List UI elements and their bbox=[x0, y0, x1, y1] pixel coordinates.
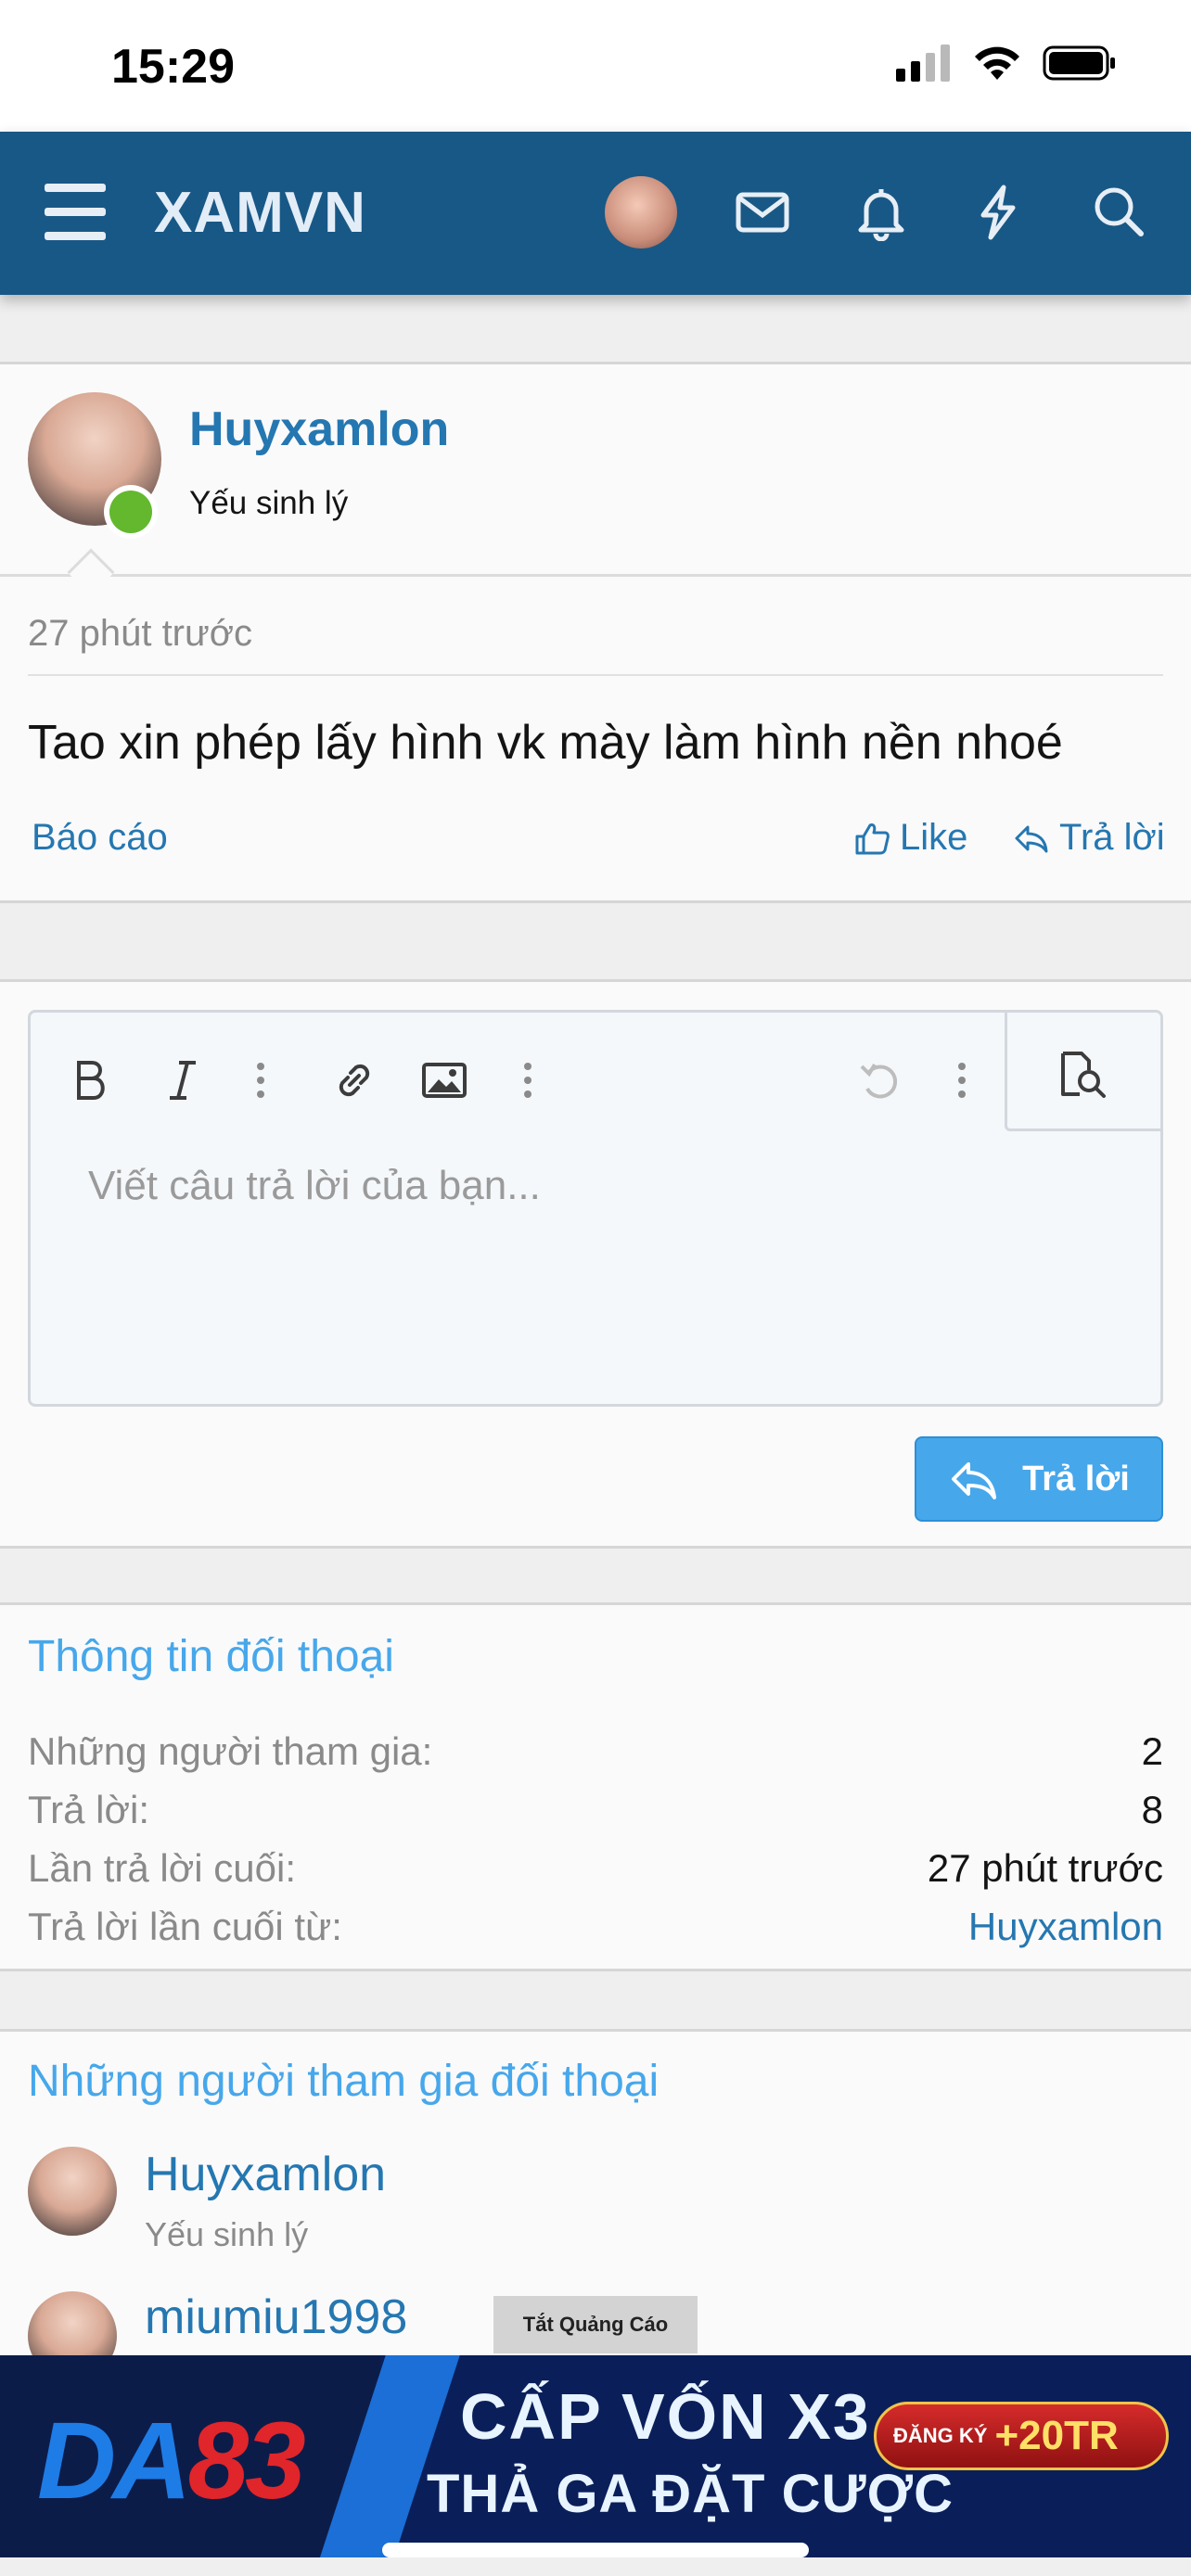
menu-icon[interactable] bbox=[45, 184, 106, 241]
status-bar: 15:29 bbox=[0, 0, 1191, 132]
editor-placeholder[interactable]: Viết câu trả lời của bạn... bbox=[88, 1163, 541, 1209]
italic-icon[interactable] bbox=[164, 1057, 201, 1103]
reply-editor-block: Viết câu trả lời của bạn... Trả lời bbox=[0, 979, 1191, 1549]
participant-name[interactable]: miumiu1998 bbox=[145, 2289, 407, 2345]
status-time: 15:29 bbox=[111, 40, 235, 94]
participants-title: Những người tham gia đối thoại bbox=[28, 2057, 660, 2106]
status-icons bbox=[896, 45, 1117, 82]
close-ad-button[interactable]: Tắt Quảng Cáo bbox=[493, 2296, 698, 2353]
top-navbar: XAMVN bbox=[0, 132, 1191, 295]
reply-link[interactable]: Trả lời bbox=[1013, 817, 1165, 859]
info-row-last-reply-from: Trả lời lần cuối từ: Huyxamlon bbox=[28, 1905, 1163, 1948]
bold-icon[interactable] bbox=[71, 1057, 109, 1103]
user-avatar[interactable] bbox=[605, 176, 677, 249]
message-time[interactable]: 27 phút trước bbox=[28, 613, 252, 655]
reply-label: Trả lời bbox=[1059, 817, 1165, 858]
reply-editor[interactable]: Viết câu trả lời của bạn... bbox=[28, 1010, 1163, 1407]
reply-icon bbox=[1015, 825, 1048, 852]
more-options-icon[interactable] bbox=[251, 1057, 270, 1103]
search-icon[interactable] bbox=[1089, 182, 1148, 241]
participant-avatar[interactable] bbox=[28, 2147, 117, 2236]
conversation-info-block: Thông tin đối thoại Những người tham gia… bbox=[0, 1602, 1191, 1971]
mail-icon[interactable] bbox=[733, 182, 792, 241]
preview-toggle[interactable] bbox=[1005, 1013, 1160, 1131]
author-name[interactable]: Huyxamlon bbox=[189, 402, 449, 457]
ad-banner[interactable]: DA83 CẤP VỐN X3 THẢ GA ĐẶT CƯỢC ĐĂNG KÝ … bbox=[0, 2355, 1191, 2557]
reply-arrow-icon bbox=[952, 1462, 997, 1499]
bell-icon[interactable] bbox=[852, 182, 911, 241]
image-icon[interactable] bbox=[420, 1057, 470, 1103]
message-block: Huyxamlon Yếu sinh lý 27 phút trước Tao … bbox=[0, 362, 1191, 903]
like-button[interactable]: Like bbox=[853, 817, 967, 859]
time-divider bbox=[28, 674, 1163, 676]
ad-cta-button[interactable]: ĐĂNG KÝ +20TR bbox=[874, 2402, 1169, 2470]
author-title: Yếu sinh lý bbox=[189, 485, 349, 521]
more-editor-options-icon[interactable] bbox=[953, 1057, 971, 1103]
like-label: Like bbox=[900, 817, 968, 858]
site-logo[interactable]: XAMVN bbox=[154, 180, 366, 246]
ad-brand-logo: DA83 bbox=[37, 2400, 306, 2522]
lightning-icon[interactable] bbox=[968, 182, 1028, 241]
thumbs-up-icon bbox=[855, 823, 890, 854]
ad-headline: CẤP VỐN X3 bbox=[460, 2380, 871, 2453]
report-link[interactable]: Báo cáo bbox=[32, 817, 168, 859]
info-row-last-reply: Lần trả lời cuối: 27 phút trước bbox=[28, 1846, 1163, 1890]
home-indicator[interactable] bbox=[382, 2543, 809, 2557]
online-status-icon bbox=[104, 485, 158, 539]
ad-subheadline: THẢ GA ĐẶT CƯỢC bbox=[427, 2464, 954, 2524]
participant-name[interactable]: Huyxamlon bbox=[145, 2147, 386, 2202]
battery-icon bbox=[1043, 45, 1115, 81]
more-insert-icon[interactable] bbox=[519, 1057, 537, 1103]
cellular-signal-icon bbox=[896, 45, 950, 82]
info-row-replies: Trả lời: 8 bbox=[28, 1788, 1163, 1831]
participant-title: Yếu sinh lý bbox=[145, 2215, 309, 2253]
conversation-info-title: Thông tin đối thoại bbox=[28, 1632, 394, 1681]
info-row-participants: Những người tham gia: 2 bbox=[28, 1729, 1163, 1773]
link-icon[interactable] bbox=[329, 1057, 379, 1103]
wifi-icon bbox=[975, 46, 1019, 80]
submit-reply-label: Trả lời bbox=[1022, 1459, 1130, 1498]
submit-reply-button[interactable]: Trả lời bbox=[915, 1436, 1163, 1522]
undo-icon[interactable] bbox=[856, 1057, 906, 1103]
message-arrow bbox=[67, 548, 115, 596]
message-text: Tao xin phép lấy hình vk mày làm hình nề… bbox=[28, 716, 1063, 770]
preview-icon bbox=[1061, 1052, 1106, 1098]
message-divider bbox=[0, 574, 1191, 577]
